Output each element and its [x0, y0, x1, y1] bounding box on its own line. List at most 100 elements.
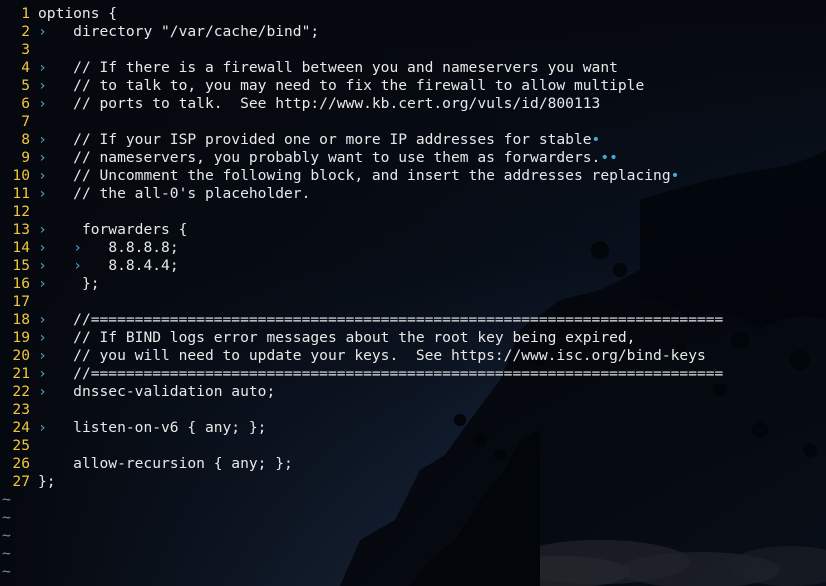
editor-line[interactable]: 1 options { — [0, 5, 723, 23]
code-text: allow-recursion { any; }; — [38, 455, 293, 472]
line-number: 1 — [21, 5, 30, 22]
line-number: 14 — [12, 239, 30, 256]
line-number: 6 — [21, 95, 30, 112]
editor-line[interactable]: 3 — [0, 41, 723, 59]
line-number: 3 — [21, 41, 30, 58]
line-number: 13 — [12, 221, 30, 238]
line-number: 2 — [21, 23, 30, 40]
tab-marker-icon: › — [38, 167, 74, 184]
tab-marker-icon: › — [73, 257, 109, 274]
tab-marker-icon: › — [38, 185, 74, 202]
line-number: 11 — [12, 185, 30, 202]
empty-buffer-tilde: ~ — [2, 509, 11, 526]
editor-line[interactable]: 18 › //==================================… — [0, 311, 723, 329]
editor-line[interactable]: 25 — [0, 437, 723, 455]
vim-editor[interactable]: 1 options {2 › directory "/var/cache/bind"… — [0, 5, 723, 581]
tab-marker-icon: › — [38, 347, 74, 364]
line-number: 23 — [12, 401, 30, 418]
tab-marker-icon: › — [38, 275, 74, 292]
editor-line[interactable]: 17 — [0, 293, 723, 311]
code-text: }; — [73, 275, 100, 292]
editor-line[interactable]: 12 — [0, 203, 723, 221]
code-text: // If your ISP provided one or more IP a… — [73, 131, 592, 148]
code-text: dnssec-validation auto; — [73, 383, 276, 400]
line-number: 17 — [12, 293, 30, 310]
line-number: 15 — [12, 257, 30, 274]
editor-line[interactable]: 2 › directory "/var/cache/bind"; — [0, 23, 723, 41]
line-number: 22 — [12, 383, 30, 400]
code-text: //======================================… — [73, 311, 724, 328]
tab-marker-icon: › — [38, 239, 74, 256]
editor-line[interactable]: 14 › › 8.8.8.8; — [0, 239, 723, 257]
editor-line[interactable]: 26 allow-recursion { any; }; — [0, 455, 723, 473]
editor-line[interactable]: 8 › // If your ISP provided one or more I… — [0, 131, 723, 149]
tab-marker-icon: › — [73, 239, 109, 256]
line-number: 20 — [12, 347, 30, 364]
editor-line[interactable]: 9 › // nameservers, you probably want to … — [0, 149, 723, 167]
code-text: directory "/var/cache/bind"; — [73, 23, 320, 40]
code-text: // nameservers, you probably want to use… — [73, 149, 601, 166]
tab-marker-icon: › — [38, 149, 74, 166]
editor-line[interactable]: 11 › // the all-0's placeholder. — [0, 185, 723, 203]
editor-line[interactable]: 7 — [0, 113, 723, 131]
editor-line[interactable]: 13 › forwarders { — [0, 221, 723, 239]
tab-marker-icon: › — [38, 311, 74, 328]
line-number: 8 — [21, 131, 30, 148]
code-text: // Uncomment the following block, and in… — [73, 167, 671, 184]
tab-marker-icon: › — [38, 221, 74, 238]
editor-line[interactable]: 19 › // If BIND logs error messages about… — [0, 329, 723, 347]
code-text: 8.8.8.8; — [108, 239, 179, 256]
line-number: 16 — [12, 275, 30, 292]
tab-marker-icon: › — [38, 23, 74, 40]
empty-buffer-tilde: ~ — [2, 491, 11, 508]
code-text: listen-on-v6 { any; }; — [73, 419, 267, 436]
tab-marker-icon: › — [38, 365, 74, 382]
line-number: 9 — [21, 149, 30, 166]
editor-line[interactable]: 21 › //==================================… — [0, 365, 723, 383]
editor-line[interactable]: 15 › › 8.8.4.4; — [0, 257, 723, 275]
line-number: 19 — [12, 329, 30, 346]
code-text: // ports to talk. See http://www.kb.cert… — [73, 95, 601, 112]
editor-line[interactable]: 27}; — [0, 473, 723, 491]
line-number: 4 — [21, 59, 30, 76]
line-number: 5 — [21, 77, 30, 94]
tab-marker-icon: › — [38, 419, 74, 436]
terminal-window[interactable]: 1 options {2 › directory "/var/cache/bind"… — [0, 0, 826, 586]
tab-marker-icon: › — [38, 95, 74, 112]
editor-line[interactable]: 5 › // to talk to, you may need to fix th… — [0, 77, 723, 95]
code-text: 8.8.4.4; — [108, 257, 179, 274]
tab-marker-icon: › — [38, 257, 74, 274]
trailing-space-marker: • — [670, 167, 680, 184]
tab-marker-icon: › — [38, 59, 74, 76]
code-text: //======================================… — [73, 365, 724, 382]
editor-line[interactable]: 16 › }; — [0, 275, 723, 293]
editor-line[interactable]: 6 › // ports to talk. See http://www.kb.c… — [0, 95, 723, 113]
code-text: }; — [38, 473, 56, 490]
line-number: 26 — [12, 455, 30, 472]
code-text: // the all-0's placeholder. — [73, 185, 311, 202]
editor-line[interactable]: 4 › // If there is a firewall between you… — [0, 59, 723, 77]
line-number: 21 — [12, 365, 30, 382]
line-number: 12 — [12, 203, 30, 220]
tab-marker-icon: › — [38, 77, 74, 94]
editor-line[interactable]: 10 › // Uncomment the following block, an… — [0, 167, 723, 185]
line-number: 27 — [12, 473, 30, 490]
tab-marker-icon: › — [38, 329, 74, 346]
line-number: 10 — [12, 167, 30, 184]
tab-marker-icon: › — [38, 383, 74, 400]
line-number: 7 — [21, 113, 30, 130]
tab-marker-icon: › — [38, 131, 74, 148]
code-text: forwarders { — [73, 221, 188, 238]
editor-line[interactable]: 24 › listen-on-v6 { any; }; — [0, 419, 723, 437]
code-text: // to talk to, you may need to fix the f… — [73, 77, 645, 94]
empty-buffer-tilde: ~ — [2, 545, 11, 562]
editor-line[interactable]: 23 — [0, 401, 723, 419]
editor-line[interactable]: 20 › // you will need to update your keys… — [0, 347, 723, 365]
code-text: // you will need to update your keys. Se… — [73, 347, 706, 364]
editor-line[interactable]: 22 › dnssec-validation auto; — [0, 383, 723, 401]
trailing-space-marker: • — [591, 131, 601, 148]
code-text: // If there is a firewall between you an… — [73, 59, 618, 76]
line-number: 25 — [12, 437, 30, 454]
code-text: // If BIND logs error messages about the… — [73, 329, 636, 346]
line-number: 24 — [12, 419, 30, 436]
